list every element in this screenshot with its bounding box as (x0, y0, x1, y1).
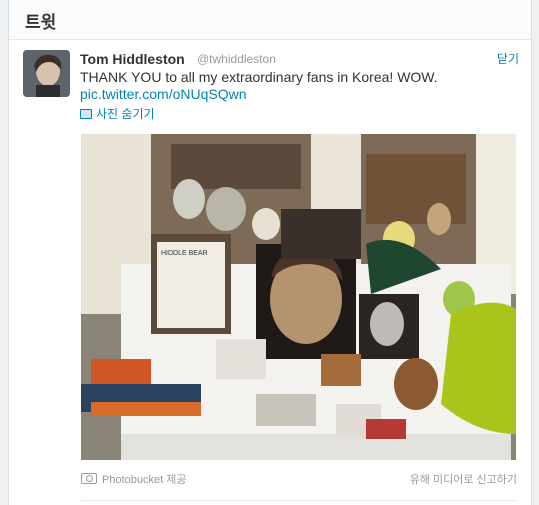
avatar[interactable] (23, 50, 70, 97)
hide-photo-link[interactable]: 사진 숨기기 (80, 105, 155, 122)
tweet-photo[interactable]: HIDDLE BEAR (81, 134, 516, 460)
avatar-image (23, 50, 70, 97)
media-provider: Photobucket 제공 (81, 471, 186, 487)
page-title: 트윗 (25, 13, 57, 32)
tweet-text: THANK YOU to all my extraordinary fans i… (80, 69, 438, 85)
hide-photo-label: 사진 숨기기 (96, 107, 155, 121)
author-name[interactable]: Tom Hiddleston (80, 51, 185, 67)
panel-header: 트윗 (9, 0, 531, 40)
provider-label: Photobucket 제공 (102, 474, 187, 486)
author-handle[interactable]: @twhiddleston (197, 52, 276, 66)
tweet-photo-link[interactable]: pic.twitter.com/oNUqSQwn (80, 86, 247, 102)
divider (81, 500, 516, 501)
poster-title: HIDDLE BEAR (161, 250, 208, 257)
camera-icon (81, 473, 97, 484)
tweet-panel: 트윗 Tom Hiddleston @twhiddleston 닫기 THANK… (8, 0, 532, 505)
photo-image: HIDDLE BEAR (81, 134, 516, 460)
close-link[interactable]: 닫기 (497, 50, 519, 67)
photo-icon (80, 109, 92, 119)
report-media-link[interactable]: 유해 미디어로 신고하기 (410, 471, 517, 487)
